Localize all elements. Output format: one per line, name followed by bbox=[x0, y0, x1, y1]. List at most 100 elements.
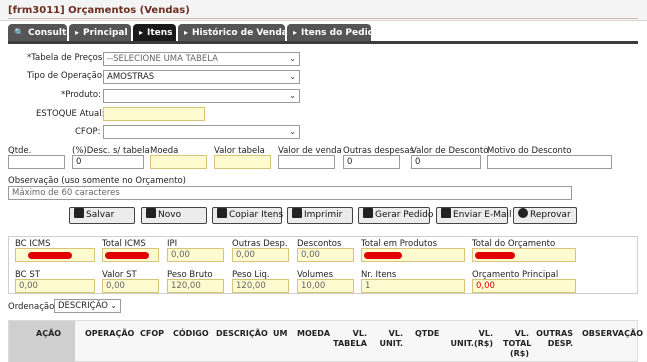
produto-label: *Produto: bbox=[61, 90, 101, 100]
grid-header-vl-tabela: VL. TABELA bbox=[329, 329, 367, 349]
grid-header-outras-desp: OUTRAS DESP. bbox=[535, 329, 573, 349]
reject-button[interactable]: Reprovar bbox=[513, 207, 577, 224]
nr-itens-field: 1 bbox=[361, 279, 465, 293]
tab-itens[interactable]: ▸ Itens bbox=[133, 24, 176, 42]
qtde-field[interactable] bbox=[8, 155, 65, 169]
grid-header-line: TOTAL bbox=[503, 339, 532, 348]
outras-desp-field: 0,00 bbox=[232, 248, 289, 262]
grid-header-descricao: DESCRIÇÃO bbox=[216, 329, 268, 338]
grid-header-codigo: CÓDIGO bbox=[173, 329, 209, 338]
moeda-field[interactable] bbox=[150, 155, 207, 169]
ordenacao-value: DESCRIÇÃO bbox=[58, 301, 108, 311]
grid-header-line: UNIT.(R$) bbox=[450, 339, 494, 348]
grid-header-line: UNIT. bbox=[379, 339, 403, 348]
grid-header-line: TABELA bbox=[333, 339, 367, 348]
generate-order-label: Gerar Pedido bbox=[375, 210, 434, 220]
observacao-field[interactable]: Máximo de 60 caracteres bbox=[8, 186, 572, 200]
total-orcamento-field bbox=[472, 248, 576, 262]
volumes-field: 10,00 bbox=[297, 279, 354, 293]
tipo-operacao-select[interactable]: AMOSTRAS ⌄ bbox=[103, 70, 300, 84]
grid-header-observacao: OBSERVAÇÃO bbox=[582, 329, 643, 338]
arrow-right-icon: ▸ bbox=[184, 28, 189, 37]
tab-historico-vendas[interactable]: ▸ Histórico de Vendas bbox=[178, 24, 293, 42]
send-email-label: Enviar E-Mail bbox=[453, 210, 512, 220]
grid-header-vl-unit: VL. UNIT. bbox=[371, 329, 403, 349]
produto-select[interactable]: ⌄ bbox=[103, 89, 300, 103]
printer-icon bbox=[292, 208, 302, 218]
tab-label: Itens bbox=[147, 28, 173, 38]
copy-icon bbox=[217, 208, 227, 218]
tab-consulta[interactable]: 🔍 Consulta bbox=[8, 24, 72, 42]
grid-header-operacao: OPERAÇÃO bbox=[85, 329, 135, 338]
outras-despesas-field[interactable]: 0 bbox=[343, 155, 400, 169]
peso-liq-field: 120,00 bbox=[232, 279, 289, 293]
ordenacao-label: Ordenação: bbox=[8, 302, 58, 312]
floppy-disk-icon bbox=[74, 208, 84, 218]
orcamento-principal-field: 0,00 bbox=[472, 279, 576, 293]
tabela-precos-label: *Tabela de Preços: bbox=[27, 53, 106, 63]
generate-order-button[interactable]: Gerar Pedido bbox=[358, 207, 434, 224]
tab-label: Principal bbox=[83, 28, 128, 38]
ordenacao-select[interactable]: DESCRIÇÃO ⌄ bbox=[54, 299, 121, 313]
chevron-down-icon: ⌄ bbox=[289, 54, 296, 63]
bc-st-field: 0,00 bbox=[15, 279, 95, 293]
copy-items-button[interactable]: Copiar Itens bbox=[212, 207, 284, 224]
copy-items-label: Copiar Itens bbox=[229, 210, 284, 220]
peso-bruto-field: 120,00 bbox=[167, 279, 224, 293]
new-document-icon bbox=[146, 208, 156, 218]
desc-tabela-field[interactable]: 0 bbox=[72, 155, 144, 169]
grid-header-line: VL. bbox=[388, 329, 403, 338]
grid-header-cfop: CFOP bbox=[140, 329, 164, 338]
observacao-label: Observação (uso somente no Orçamento) bbox=[8, 176, 187, 186]
chevron-down-icon: ⌄ bbox=[289, 91, 296, 100]
grid-header-um: UM bbox=[273, 329, 288, 338]
reject-button-label: Reprovar bbox=[530, 210, 571, 220]
tab-label: Consulta bbox=[27, 28, 73, 38]
send-email-button[interactable]: Enviar E-Mail bbox=[436, 207, 512, 224]
chevron-down-icon: ⌄ bbox=[289, 72, 296, 81]
arrow-right-icon: ▸ bbox=[139, 28, 144, 37]
arrow-right-icon: ▸ bbox=[293, 28, 298, 37]
grid-header-acao-cell bbox=[9, 321, 75, 362]
redacted-mark bbox=[105, 252, 149, 259]
redacted-mark bbox=[475, 252, 515, 259]
arrow-right-icon: ▸ bbox=[75, 28, 80, 37]
estoque-field[interactable] bbox=[103, 107, 205, 121]
estoque-label: ESTOQUE Atual: bbox=[36, 109, 105, 119]
save-button[interactable]: Salvar bbox=[69, 207, 135, 224]
grid-header-acao: AÇÃO bbox=[36, 329, 62, 338]
tabela-precos-value: --SELECIONE UMA TABELA bbox=[107, 54, 218, 64]
new-button[interactable]: Novo bbox=[141, 207, 207, 224]
tab-itens-pedido[interactable]: ▸ Itens do Pedido bbox=[287, 24, 380, 42]
envelope-icon bbox=[441, 208, 451, 218]
redacted-mark bbox=[28, 252, 72, 259]
grid-header-line: VL. bbox=[352, 329, 367, 338]
grid-header-line: DESP. bbox=[547, 339, 573, 348]
floppy-disk-icon bbox=[363, 208, 373, 218]
tab-underline bbox=[8, 41, 638, 44]
window-title: [frm3011] Orçamentos (Vendas) bbox=[8, 5, 190, 16]
redacted-mark bbox=[364, 252, 402, 259]
window-titlebar: [frm3011] Orçamentos (Vendas) bbox=[0, 0, 647, 21]
tab-label: Histórico de Vendas bbox=[192, 28, 294, 38]
tab-principal[interactable]: ▸ Principal bbox=[69, 24, 131, 42]
cfop-select[interactable]: ⌄ bbox=[103, 125, 300, 139]
valor-tabela-field[interactable] bbox=[214, 155, 271, 169]
grid-header-qtde: QTDE bbox=[415, 329, 440, 338]
grid-header-line: VL. bbox=[514, 329, 529, 338]
search-icon: 🔍 bbox=[14, 28, 24, 37]
grid-header-line: VL. bbox=[478, 329, 493, 338]
valor-desconto-field[interactable]: 0 bbox=[411, 155, 481, 169]
tabela-precos-select[interactable]: --SELECIONE UMA TABELA ⌄ bbox=[103, 52, 300, 66]
cfop-label: CFOP: bbox=[75, 127, 101, 137]
bc-icms-field bbox=[15, 248, 95, 262]
valor-st-field: 0,00 bbox=[102, 279, 159, 293]
descontos-field: 0,00 bbox=[297, 248, 354, 262]
grid-header-vl-total: VL. TOTAL (R$) bbox=[503, 329, 532, 359]
grid-header-moeda: MOEDA bbox=[297, 329, 331, 338]
motivo-desconto-field[interactable] bbox=[487, 155, 612, 169]
print-button[interactable]: Imprimir bbox=[287, 207, 353, 224]
grid-header-line: OUTRAS bbox=[536, 329, 573, 338]
items-grid-header: AÇÃO OPERAÇÃO CFOP CÓDIGO DESCRIÇÃO UM M… bbox=[8, 320, 643, 362]
valor-venda-field[interactable] bbox=[278, 155, 335, 169]
